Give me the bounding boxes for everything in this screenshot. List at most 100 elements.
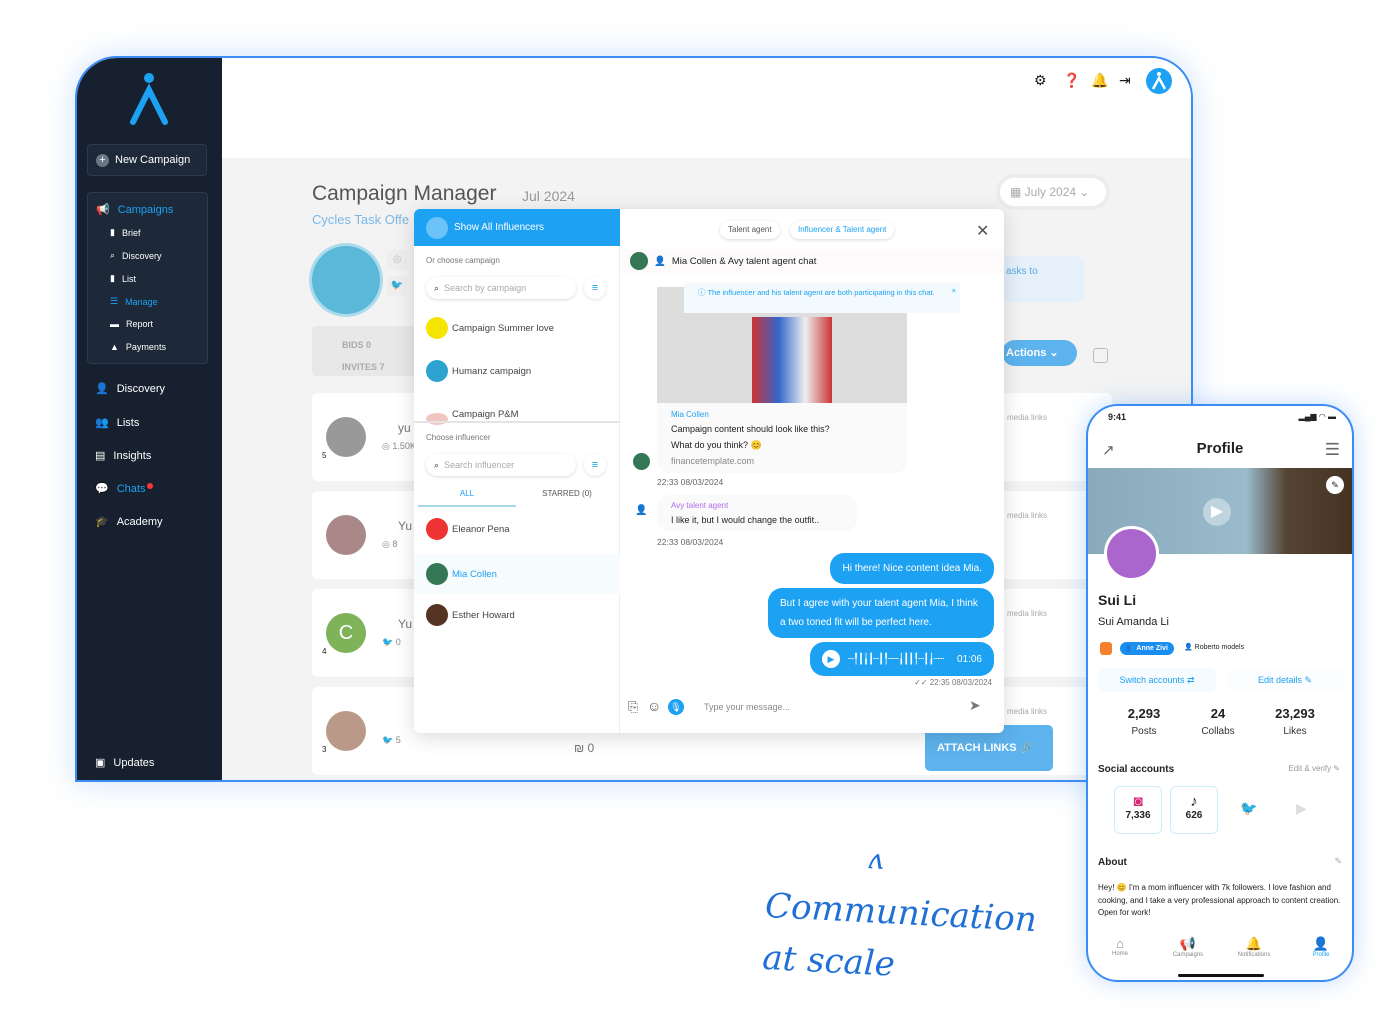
message-input[interactable]: Type your message... — [704, 702, 790, 712]
twitter-icon[interactable]: 🐦 — [1240, 800, 1257, 817]
edit-details-button[interactable]: Edit details ✎ — [1226, 668, 1344, 692]
send-icon[interactable]: ➤ — [969, 697, 981, 714]
actions-button[interactable]: Actions ⌄ — [1002, 340, 1077, 366]
nav-home[interactable]: ⌂ Home — [1090, 936, 1150, 957]
label: Home — [1111, 951, 1128, 957]
nav-notifications[interactable]: 🔔 Notifications — [1224, 936, 1284, 958]
influencer-name: yu — [398, 421, 411, 435]
sidebar-item-campaigns[interactable]: 📢 Campaigns — [96, 203, 173, 217]
filter-icon[interactable]: ≡ — [584, 454, 606, 476]
campaign-item[interactable]: Humanz campaign — [426, 360, 531, 382]
instagram-account[interactable]: ◙ 7,336 — [1114, 786, 1162, 834]
help-icon[interactable]: ❓ — [1063, 72, 1080, 89]
label: ATTACH LINKS — [937, 742, 1017, 754]
nav-profile[interactable]: 👤 Profile — [1291, 936, 1351, 958]
link[interactable]: financetemplate.com — [671, 453, 893, 469]
agency-badge[interactable]: 👤 Roberto models — [1184, 643, 1244, 651]
gear-icon[interactable]: ⚙ — [1034, 72, 1047, 89]
message-outgoing: But I agree with your talent agent Mia, … — [768, 588, 994, 638]
user-search-icon: 👤 — [95, 383, 109, 395]
value: 2,293 — [1127, 706, 1161, 721]
app-logo — [130, 73, 168, 125]
rating: 4 — [322, 647, 327, 656]
chat-sidebar: Show All Influencers Or choose campaign … — [414, 209, 620, 733]
campaign-search-input[interactable]: ⌕ Search by campaign — [426, 277, 576, 299]
label: Likes — [1283, 726, 1307, 737]
megaphone-icon: 📢 — [96, 204, 110, 216]
sidebar-sub-payments[interactable]: ▲ Payments — [110, 342, 166, 352]
label: Payments — [125, 342, 166, 352]
timestamp: ✓✓ 22:35 08/03/2024 — [914, 678, 992, 687]
label: Insights — [113, 449, 152, 462]
campaign-name: Cycles Task Offe — [312, 212, 410, 227]
edit-icon[interactable]: ✎ — [1326, 476, 1344, 494]
microphone-icon[interactable]: 🎙 — [668, 699, 684, 715]
media-links-label: media links — [1007, 609, 1048, 618]
label: Posts — [1131, 726, 1157, 737]
sidebar-item-insights[interactable]: ▤ Insights — [95, 449, 152, 463]
message-text: I like it, but I would change the outfit… — [671, 515, 820, 525]
section-label: Choose influencer — [426, 433, 491, 442]
sidebar-sub-list[interactable]: ▮ List — [110, 273, 136, 284]
chip-talent-agent[interactable]: Talent agent — [720, 221, 780, 239]
play-icon[interactable]: ▶ — [822, 650, 840, 668]
month-picker[interactable]: ▦ July 2024 ⌄ — [1000, 178, 1106, 206]
instagram-icon: ◙ — [1133, 793, 1143, 810]
tab-starred[interactable]: STARRED (0) — [518, 489, 616, 507]
sidebar-sub-report[interactable]: ▬ Report — [110, 319, 153, 329]
influencer-item[interactable]: Eleanor Pena — [426, 518, 510, 540]
sidebar-item-updates[interactable]: ▣ Updates — [95, 756, 154, 770]
bell-icon[interactable]: 🔔 — [1091, 72, 1108, 89]
profile-avatar[interactable] — [1104, 526, 1159, 581]
follower-count: 626 — [1185, 810, 1203, 821]
close-icon[interactable]: ✕ — [976, 221, 989, 241]
campaign-avatar — [426, 413, 448, 425]
sidebar-item-discovery[interactable]: 👤 Discovery — [95, 382, 165, 396]
play-icon[interactable]: ▶ — [1203, 498, 1231, 526]
influencer-item-selected[interactable]: Mia Collen — [414, 554, 620, 594]
close-icon[interactable]: × — [952, 286, 956, 296]
mobile-profile: 9:41 ▂▄▆ ◠ ▬ ↗ Profile ☰ ▶ ✎ Sui Li Sui A… — [1086, 404, 1354, 982]
emoji-icon[interactable]: ☺ — [647, 698, 661, 714]
sidebar-sub-discovery[interactable]: ⌕ Discovery — [110, 250, 162, 261]
academy-badge — [1100, 642, 1112, 655]
users-icon: 👥 — [95, 417, 109, 429]
show-all-influencers-button[interactable]: Show All Influencers — [414, 209, 620, 246]
sidebar-item-chats[interactable]: 💬 Chats — [95, 482, 154, 495]
switch-accounts-button[interactable]: Switch accounts ⇄ — [1098, 668, 1216, 692]
doc-icon: ▮ — [110, 273, 115, 283]
avatar — [630, 252, 648, 270]
sidebar-sub-manage[interactable]: ☰ Manage — [110, 296, 158, 307]
nav-campaigns[interactable]: 📢 Campaigns — [1158, 936, 1218, 958]
tab-all[interactable]: ALL — [418, 489, 516, 507]
influencer-item[interactable]: Esther Howard — [426, 604, 515, 626]
select-all-checkbox[interactable] — [1093, 348, 1108, 363]
invites-count: 7 — [379, 362, 385, 372]
tiktok-account[interactable]: ♪ 626 — [1170, 786, 1218, 834]
tagline: ʌ Communication at scale — [761, 828, 1041, 998]
logout-icon[interactable]: ⇥ — [1119, 72, 1131, 89]
filter-icon[interactable]: ≡ — [584, 277, 606, 299]
author: Avy talent agent — [671, 501, 729, 510]
campaign-item[interactable]: Campaign Summer love — [426, 317, 554, 339]
label: Manage — [125, 296, 158, 307]
youtube-icon[interactable]: ▶ — [1296, 800, 1307, 817]
edit-icon[interactable]: ✎ — [1334, 856, 1342, 867]
new-campaign-button[interactable]: + New Campaign — [87, 144, 207, 176]
chip-influencer-talent-agent[interactable]: Influencer & Talent agent — [790, 221, 894, 239]
sidebar-item-lists[interactable]: 👥 Lists — [95, 416, 139, 430]
top-bar: ⚙ ❓ 🔔 ⇥ — [222, 58, 1191, 158]
attach-file-icon[interactable]: ⎘ — [628, 699, 638, 715]
menu-icon[interactable]: ☰ — [1325, 440, 1340, 460]
influencer-search-input[interactable]: ⌕ Search influencer — [426, 454, 576, 476]
sidebar-item-academy[interactable]: 🎓 Academy — [95, 515, 163, 529]
edit-verify-button[interactable]: Edit & verify ✎ — [1288, 764, 1340, 773]
tiktok-icon: ♪ — [1190, 793, 1198, 810]
sidebar-sub-brief[interactable]: ▮ Brief — [110, 227, 140, 238]
user-avatar[interactable] — [1146, 68, 1172, 94]
list-icon: ☰ — [110, 296, 119, 306]
voice-message: ▶ ┄╿┃╽┃┄┃╿┄┄╽┃┃╿┄┃╽┄┄ 01:06 — [810, 642, 994, 676]
tasks-link-box[interactable]: asks to — [1002, 256, 1084, 302]
agent-badge[interactable]: 👥 Anne Zivi — [1120, 642, 1174, 655]
section-label: Or choose campaign — [426, 256, 500, 265]
